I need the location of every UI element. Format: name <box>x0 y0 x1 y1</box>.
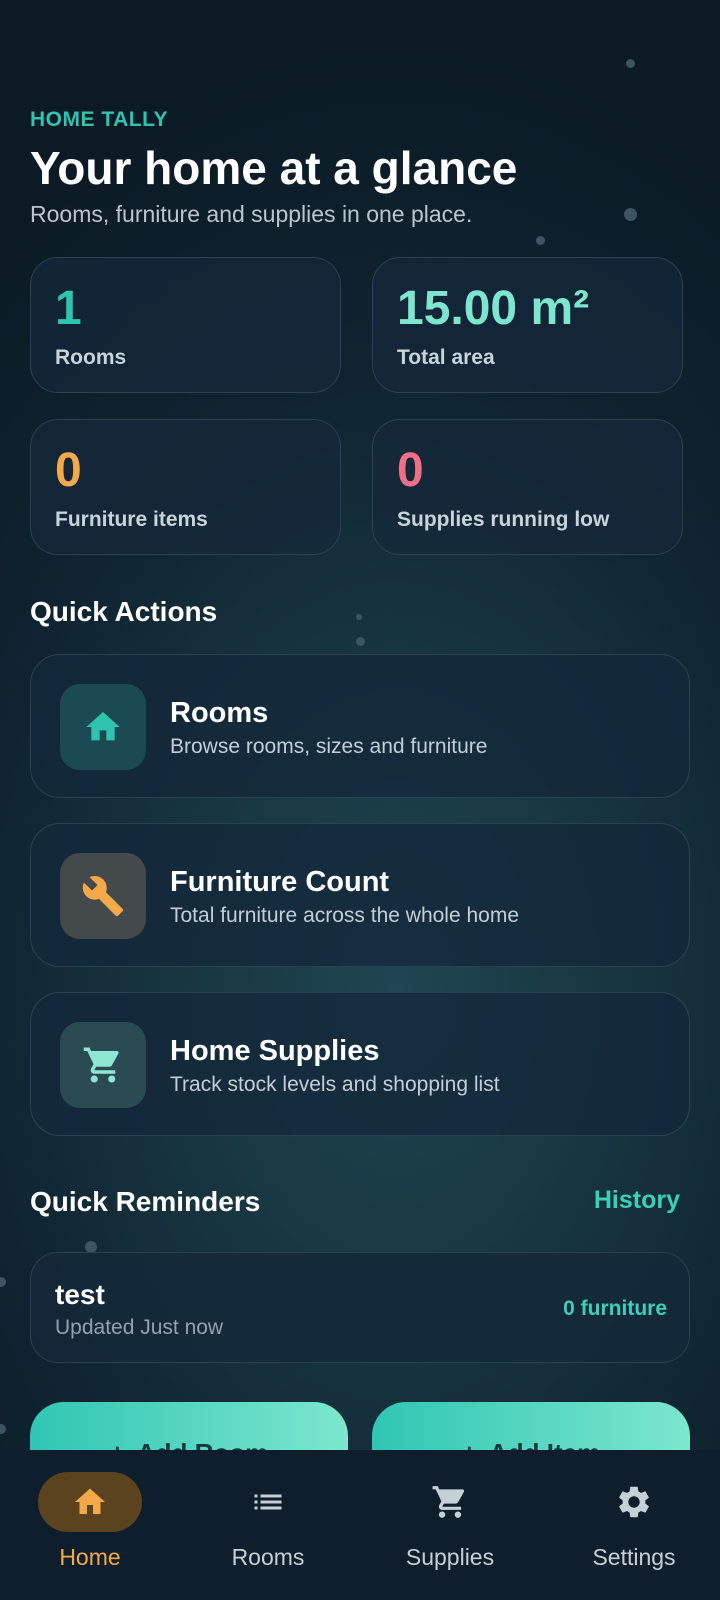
stat-label: Supplies running low <box>397 508 610 532</box>
background-dot <box>626 59 635 68</box>
action-description: Total furniture across the whole home <box>170 904 520 927</box>
page-subtitle: Rooms, furniture and supplies in one pla… <box>30 200 473 227</box>
nav-label: Supplies <box>405 1544 495 1570</box>
stat-value: 0 <box>55 444 82 497</box>
nav-item-rooms[interactable]: Rooms <box>178 1472 358 1571</box>
background-dot <box>356 637 365 646</box>
quick-actions-title: Quick Actions <box>30 596 218 627</box>
quick-reminders-title: Quick Reminders <box>30 1186 261 1217</box>
reminder-furniture-count: 0 furniture <box>563 1297 667 1320</box>
cart-icon <box>60 1022 146 1108</box>
home-icon <box>60 684 146 770</box>
action-title: Home Supplies <box>170 1035 380 1067</box>
stat-value: 15.00 m² <box>397 282 590 335</box>
page-header: HOME TALLY Your home at a glance Rooms, … <box>30 108 690 228</box>
reminder-item[interactable]: test Updated Just now 0 furniture <box>30 1252 690 1363</box>
background-dot <box>356 614 362 620</box>
stat-label: Rooms <box>55 346 127 370</box>
stat-card-furniture: 0 Furniture items <box>30 419 341 555</box>
gear-icon <box>582 1472 686 1532</box>
action-description: Browse rooms, sizes and furniture <box>170 735 488 758</box>
reminder-name: test <box>55 1279 105 1310</box>
background-dot <box>0 1277 6 1287</box>
cart-icon <box>398 1472 502 1532</box>
page-title: Your home at a glance <box>30 142 518 194</box>
action-title: Furniture Count <box>170 866 390 898</box>
nav-item-settings[interactable]: Settings <box>544 1472 720 1571</box>
background-dot <box>536 236 545 245</box>
nav-label: Home <box>59 1544 121 1570</box>
stat-label: Total area <box>397 346 495 370</box>
nav-label: Settings <box>592 1544 676 1570</box>
stat-value: 0 <box>397 444 424 497</box>
list-icon <box>216 1472 320 1532</box>
stat-label: Furniture items <box>55 508 208 532</box>
stat-card-total-area: 15.00 m² Total area <box>372 257 683 393</box>
nav-item-supplies[interactable]: Supplies <box>360 1472 540 1571</box>
stat-card-supplies-low: 0 Supplies running low <box>372 419 683 555</box>
action-card-rooms[interactable]: Rooms Browse rooms, sizes and furniture <box>30 654 690 798</box>
stat-card-rooms: 1 Rooms <box>30 257 341 393</box>
app-name: HOME TALLY <box>30 108 169 131</box>
nav-item-home[interactable]: Home <box>0 1472 180 1571</box>
action-card-home-supplies[interactable]: Home Supplies Track stock levels and sho… <box>30 992 690 1136</box>
wrench-icon <box>60 853 146 939</box>
home-icon <box>38 1472 142 1532</box>
reminder-updated: Updated Just now <box>55 1316 224 1339</box>
action-description: Track stock levels and shopping list <box>170 1073 500 1096</box>
bottom-navigation: Home Rooms Supplies Settings <box>0 1450 720 1600</box>
stat-value: 1 <box>55 282 82 335</box>
history-link[interactable]: History <box>594 1186 680 1215</box>
action-title: Rooms <box>170 697 269 729</box>
background-dot <box>0 1424 6 1434</box>
nav-label: Rooms <box>231 1544 305 1570</box>
action-card-furniture-count[interactable]: Furniture Count Total furniture across t… <box>30 823 690 967</box>
